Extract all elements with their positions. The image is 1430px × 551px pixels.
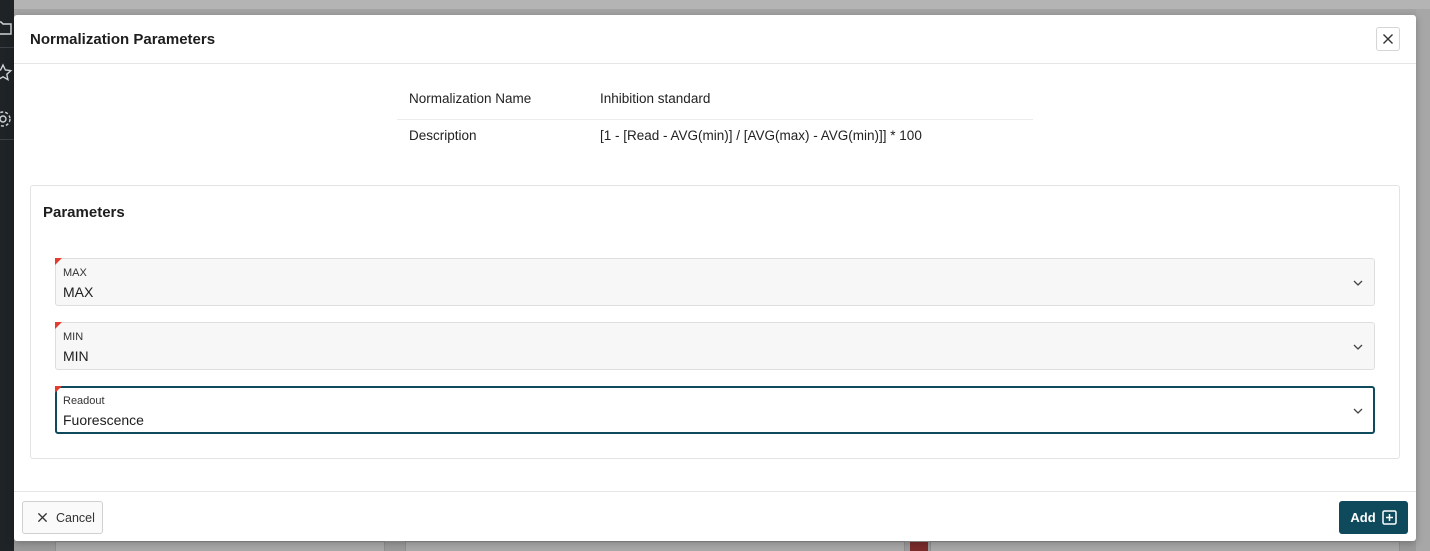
info-label: Description [409,128,477,143]
dialog-footer: Cancel Add [14,491,1416,541]
field-label: Readout [63,395,105,407]
field-value: Fuorescence [63,412,144,428]
field-value: MIN [63,348,89,364]
chevron-down-icon[interactable] [1352,341,1364,353]
background-top-bar [14,0,1430,9]
close-icon [1383,34,1393,44]
add-label: Add [1350,510,1376,525]
required-indicator [55,386,62,393]
chevron-down-icon[interactable] [1352,277,1364,289]
info-value: [1 - [Read - AVG(min)] / [AVG(max) - AVG… [600,128,922,143]
max-select[interactable]: MAX MAX [55,258,1375,306]
info-row-description: Description [1 - [Read - AVG(min)] / [AV… [397,120,1033,157]
sidebar-divider [0,47,14,48]
sidebar-divider [0,139,14,140]
dialog-header: Normalization Parameters [14,15,1416,64]
info-value: Inhibition standard [600,91,711,106]
close-button[interactable] [1376,27,1400,51]
field-label: MAX [63,267,87,279]
star-icon [0,63,13,81]
background-card [930,541,1400,551]
background-sidebar [0,0,14,551]
background-badge [910,542,928,551]
normalization-info-table: Normalization Name Inhibition standard D… [397,83,1033,157]
readout-select[interactable]: Readout Fuorescence [55,386,1375,434]
plus-square-icon [1381,510,1397,525]
cancel-button[interactable]: Cancel [22,501,103,534]
cancel-label: Cancel [56,510,95,525]
required-indicator [55,322,62,329]
info-label: Normalization Name [409,91,532,106]
normalization-parameters-dialog: Normalization Parameters Normalization N… [14,15,1416,541]
gear-icon [0,111,11,127]
info-row-name: Normalization Name Inhibition standard [397,83,1033,120]
background-right-edge [1416,9,1430,551]
parameters-panel: Parameters MAX MAX MIN MIN Readout Fuore… [30,185,1400,459]
min-select[interactable]: MIN MIN [55,322,1375,370]
field-value: MAX [63,284,94,300]
field-label: MIN [63,331,84,343]
required-indicator [55,258,62,265]
close-icon [37,512,48,523]
background-card [405,541,905,551]
parameters-title: Parameters [43,204,125,221]
chevron-down-icon[interactable] [1352,405,1364,417]
dialog-title: Normalization Parameters [30,31,216,48]
add-button[interactable]: Add [1339,501,1408,534]
folder-icon [0,21,12,35]
background-card [55,541,385,551]
